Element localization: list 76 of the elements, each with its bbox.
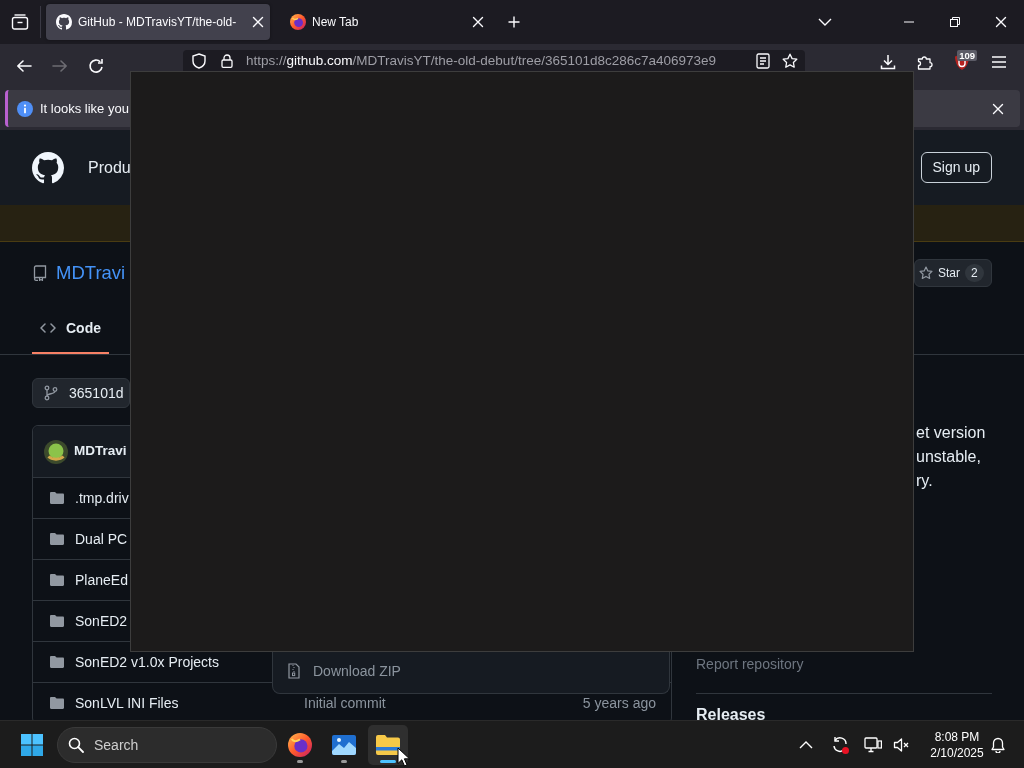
star-icon[interactable] (782, 52, 798, 69)
count-badge: 109 (957, 50, 977, 61)
browser-tab[interactable]: New Tab (280, 4, 490, 40)
code-icon (40, 320, 56, 336)
cat-logo-icon (56, 14, 72, 30)
folder-icon (49, 572, 65, 588)
branch-button[interactable]: 365101d (32, 378, 130, 408)
branch-icon (43, 385, 59, 401)
close-icon[interactable] (992, 102, 1004, 115)
shield-icon[interactable] (191, 52, 207, 69)
sign-up-button[interactable]: Sign up (920, 152, 992, 183)
commit-author: MDTravi (74, 442, 127, 461)
file-name-link[interactable]: SonED2 (75, 612, 128, 630)
browser-tab[interactable]: GitHub - MDTravisYT/the-old- (46, 4, 270, 40)
sync-icon[interactable] (831, 735, 849, 754)
menu-item[interactable]: Download ZIP (273, 655, 669, 687)
bell-icon[interactable] (991, 736, 1005, 753)
start-icon[interactable] (21, 733, 43, 756)
commit-age: 5 years ago (582, 696, 656, 710)
address-bar[interactable]: https://github.com/MDTravisYT/the-old-debut/tree/365101d8c286c7a406973e9 (183, 50, 805, 71)
close-icon[interactable] (252, 16, 264, 28)
download-icon[interactable] (880, 54, 896, 70)
clock-time[interactable]: 8:08 PM (934, 728, 980, 745)
url-text[interactable]: https://github.com/MDTravisYT/the-old-debut/tree/365101d8c286c7a406973e9 (246, 52, 717, 69)
chevron-down-icon[interactable] (818, 18, 832, 26)
monitor-icon[interactable] (864, 736, 882, 753)
chevron-up-icon[interactable] (799, 740, 813, 749)
folder-icon (49, 490, 65, 506)
repo-tab[interactable]: Code (32, 304, 109, 354)
star-icon (919, 266, 933, 280)
star-count: 2 (965, 264, 984, 282)
back-icon[interactable] (16, 58, 32, 74)
zip-file-icon (288, 663, 300, 679)
clock-date[interactable]: 2/10/2025 (930, 744, 984, 761)
avatar-icon (44, 439, 68, 464)
search-field[interactable]: Search (57, 726, 277, 763)
close-icon[interactable] (472, 16, 484, 28)
restore-icon[interactable] (950, 17, 960, 27)
repo-owner-link[interactable]: MDTravi (56, 261, 126, 285)
browser-logo-icon (288, 732, 312, 757)
file-name-link[interactable]: .tmp.driv (75, 489, 129, 507)
puzzle-icon[interactable] (917, 54, 933, 70)
folder-icon (49, 695, 65, 711)
file-name-link[interactable]: PlaneEd (75, 571, 128, 589)
folder-icon (49, 531, 65, 547)
close-icon[interactable] (995, 16, 1007, 28)
book-icon (32, 265, 48, 281)
description-text: et version unstable, ry. (916, 423, 987, 491)
browser-logo-icon (290, 14, 306, 30)
info-icon (17, 100, 33, 117)
search-icon (68, 736, 84, 753)
star-button[interactable]: Star 2 (914, 259, 992, 287)
plus-icon[interactable] (508, 16, 520, 28)
tabs-tray-icon[interactable] (11, 14, 29, 30)
file-name-link[interactable]: SonED2 v1.0x Projects (75, 653, 219, 671)
menu-icon[interactable] (991, 55, 1007, 69)
section-heading: Releases (696, 707, 766, 720)
report-link[interactable]: Report repository (696, 656, 804, 672)
cat-logo-icon[interactable] (32, 151, 64, 184)
reload-icon[interactable] (88, 58, 104, 74)
file-name-link[interactable]: Dual PC (75, 530, 128, 548)
commit-message-link[interactable]: Initial commit (304, 696, 386, 710)
folder-icon (49, 654, 65, 670)
mouse-pointer-icon (397, 747, 410, 767)
folder-icon (49, 613, 65, 629)
file-name-link[interactable]: SonLVL INI Files (75, 694, 179, 712)
nav-link[interactable]: Produ (88, 155, 131, 180)
picture-icon (332, 734, 356, 755)
folder-icon (376, 734, 400, 755)
running-indicator-icon (297, 759, 303, 763)
running-indicator-icon (341, 759, 347, 763)
lock-icon[interactable] (221, 53, 233, 68)
reader-view-icon[interactable] (756, 52, 770, 69)
running-indicator-icon (380, 759, 396, 763)
notification-text: It looks like you (40, 99, 129, 118)
muted-speaker-icon[interactable] (893, 736, 909, 753)
